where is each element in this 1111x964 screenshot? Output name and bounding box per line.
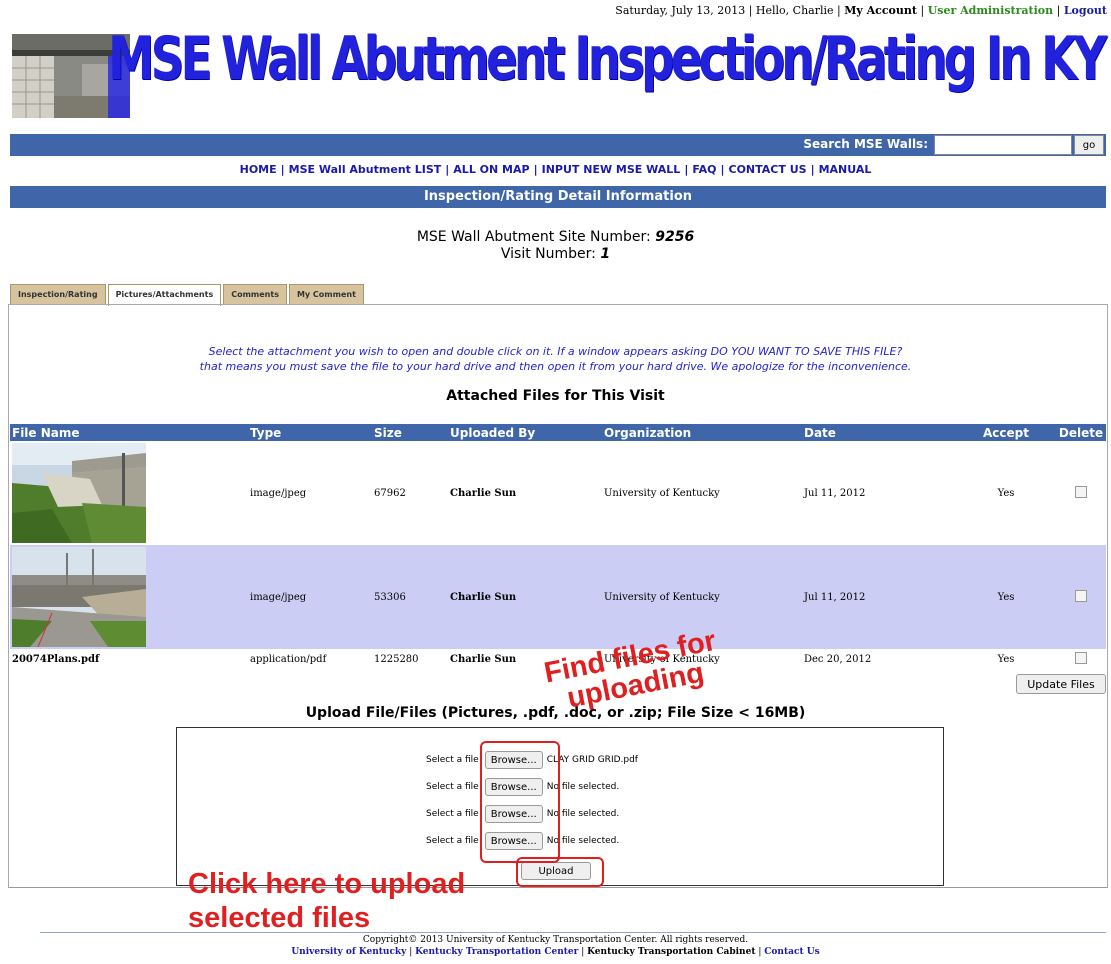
accept-status: Yes — [956, 545, 1056, 649]
notice-line-1: Select the attachment you wish to open a… — [208, 345, 903, 358]
my-account-link[interactable]: My Account — [844, 4, 917, 17]
footer-link-cabinet[interactable]: Kentucky Transportation Cabinet — [587, 947, 755, 957]
file-name-cell[interactable] — [10, 545, 248, 649]
nav-mse-wall-list[interactable]: MSE Wall Abutment LIST — [289, 163, 442, 176]
top-user-bar: Saturday, July 13, 2013 | Hello, Charlie… — [615, 4, 1107, 17]
attached-files-table: File Name Type Size Uploaded By Organiza… — [10, 424, 1106, 669]
file-type: application/pdf — [250, 653, 327, 665]
col-size: Size — [372, 424, 448, 441]
click-annotation-line-1: Click here to upload — [188, 868, 466, 900]
col-accept: Accept — [956, 424, 1056, 441]
banner-title: MSE Wall Abutment Inspection/Rating In K… — [108, 24, 1107, 94]
file-type: image/jpeg — [248, 545, 372, 649]
tab-comments[interactable]: Comments — [223, 284, 287, 305]
notice-line-2: that means you must save the file to you… — [199, 360, 912, 373]
col-delete: Delete — [1056, 424, 1106, 441]
site-number: 9256 — [655, 229, 695, 245]
file-type: image/jpeg — [250, 487, 307, 499]
file-name-link[interactable]: 20074Plans.pdf — [10, 649, 248, 669]
download-notice: Select the attachment you wish to open a… — [0, 344, 1111, 374]
delete-checkbox[interactable] — [1075, 485, 1087, 498]
delete-checkbox[interactable] — [1075, 589, 1087, 602]
tab-my-comment[interactable]: My Comment — [288, 284, 364, 305]
select-file-label: Select a file — [426, 836, 479, 846]
current-date: Saturday, July 13, 2013 — [615, 4, 746, 17]
nav-input-new[interactable]: INPUT NEW MSE WALL — [542, 163, 681, 176]
select-file-label: Select a file — [426, 809, 479, 819]
visit-number: 1 — [600, 246, 611, 262]
site-info: MSE Wall Abutment Site Number: 9256 Visi… — [0, 229, 1111, 263]
table-header-row: File Name Type Size Uploaded By Organiza… — [10, 424, 1106, 441]
footer: Copyright© 2013 University of Kentucky T… — [0, 934, 1111, 958]
site-number-label: MSE Wall Abutment Site Number: — [416, 229, 651, 245]
select-file-label: Select a file — [426, 755, 479, 765]
uploaded-by: Charlie Sun — [450, 487, 517, 499]
col-uploaded-by: Uploaded By — [448, 424, 602, 441]
search-label: Search MSE Walls: — [803, 137, 928, 151]
file-name-cell[interactable] — [10, 441, 248, 545]
logout-link[interactable]: Logout — [1064, 4, 1107, 17]
footer-divider — [40, 932, 1106, 933]
update-files-button[interactable]: Update Files — [1016, 674, 1106, 694]
nav-contact-us[interactable]: CONTACT US — [729, 163, 807, 176]
user-administration-link[interactable]: User Administration — [928, 4, 1053, 17]
copyright: Copyright© 2013 University of Kentucky T… — [362, 935, 749, 945]
click-upload-annotation: Click here to upload selected files — [188, 867, 465, 935]
organization: University of Kentucky — [604, 487, 720, 499]
main-nav: HOME | MSE Wall Abutment LIST | ALL ON MAP | I… — [239, 163, 872, 176]
uploaded-by: Charlie Sun — [448, 545, 602, 649]
footer-link-uk[interactable]: University of Kentucky — [291, 947, 406, 957]
col-date: Date — [802, 424, 956, 441]
nav-manual[interactable]: MANUAL — [819, 163, 872, 176]
table-row: image/jpeg 53306 Charlie Sun University … — [10, 545, 1106, 649]
browse-highlight-box — [480, 741, 560, 863]
greeting: Hello, Charlie — [755, 4, 834, 17]
col-organization: Organization — [602, 424, 802, 441]
select-file-label: Select a file — [426, 782, 479, 792]
file-thumbnail[interactable] — [12, 547, 146, 648]
click-annotation-line-2: selected files — [188, 902, 371, 934]
upload-date: Jul 11, 2012 — [804, 487, 866, 499]
search-bar: Search MSE Walls: go — [10, 134, 1106, 156]
section-header: Inspection/Rating Detail Information — [10, 186, 1106, 208]
nav-all-on-map[interactable]: ALL ON MAP — [453, 163, 529, 176]
col-file-name: File Name — [10, 424, 248, 441]
upload-date: Jul 11, 2012 — [802, 545, 956, 649]
attached-files-title: Attached Files for This Visit — [446, 388, 665, 404]
delete-checkbox[interactable] — [1075, 651, 1087, 664]
file-size: 1225280 — [374, 653, 419, 665]
tab-inspection-rating[interactable]: Inspection/Rating — [10, 284, 106, 305]
tab-pictures-attachments[interactable]: Pictures/Attachments — [107, 284, 222, 306]
nav-home[interactable]: HOME — [240, 163, 277, 176]
col-type: Type — [248, 424, 372, 441]
accept-status: Yes — [997, 487, 1015, 499]
table-row: image/jpeg 67962 Charlie Sun University … — [10, 441, 1106, 545]
file-size: 53306 — [372, 545, 448, 649]
upload-date: Dec 20, 2012 — [804, 653, 872, 665]
visit-number-label: Visit Number: — [500, 246, 596, 262]
upload-highlight-box — [516, 857, 604, 887]
nav-faq[interactable]: FAQ — [692, 163, 716, 176]
search-input[interactable] — [934, 135, 1072, 155]
tab-bar: Inspection/Rating Pictures/Attachments C… — [10, 284, 366, 306]
footer-link-contact[interactable]: Contact Us — [764, 947, 819, 957]
accept-status: Yes — [997, 653, 1015, 665]
file-size: 67962 — [374, 487, 406, 499]
footer-link-ktc[interactable]: Kentucky Transportation Center — [415, 947, 578, 957]
file-thumbnail[interactable] — [12, 443, 146, 543]
selected-file-name: CLAY GRID GRID.pdf — [546, 755, 638, 765]
search-go-button[interactable]: go — [1074, 135, 1104, 155]
